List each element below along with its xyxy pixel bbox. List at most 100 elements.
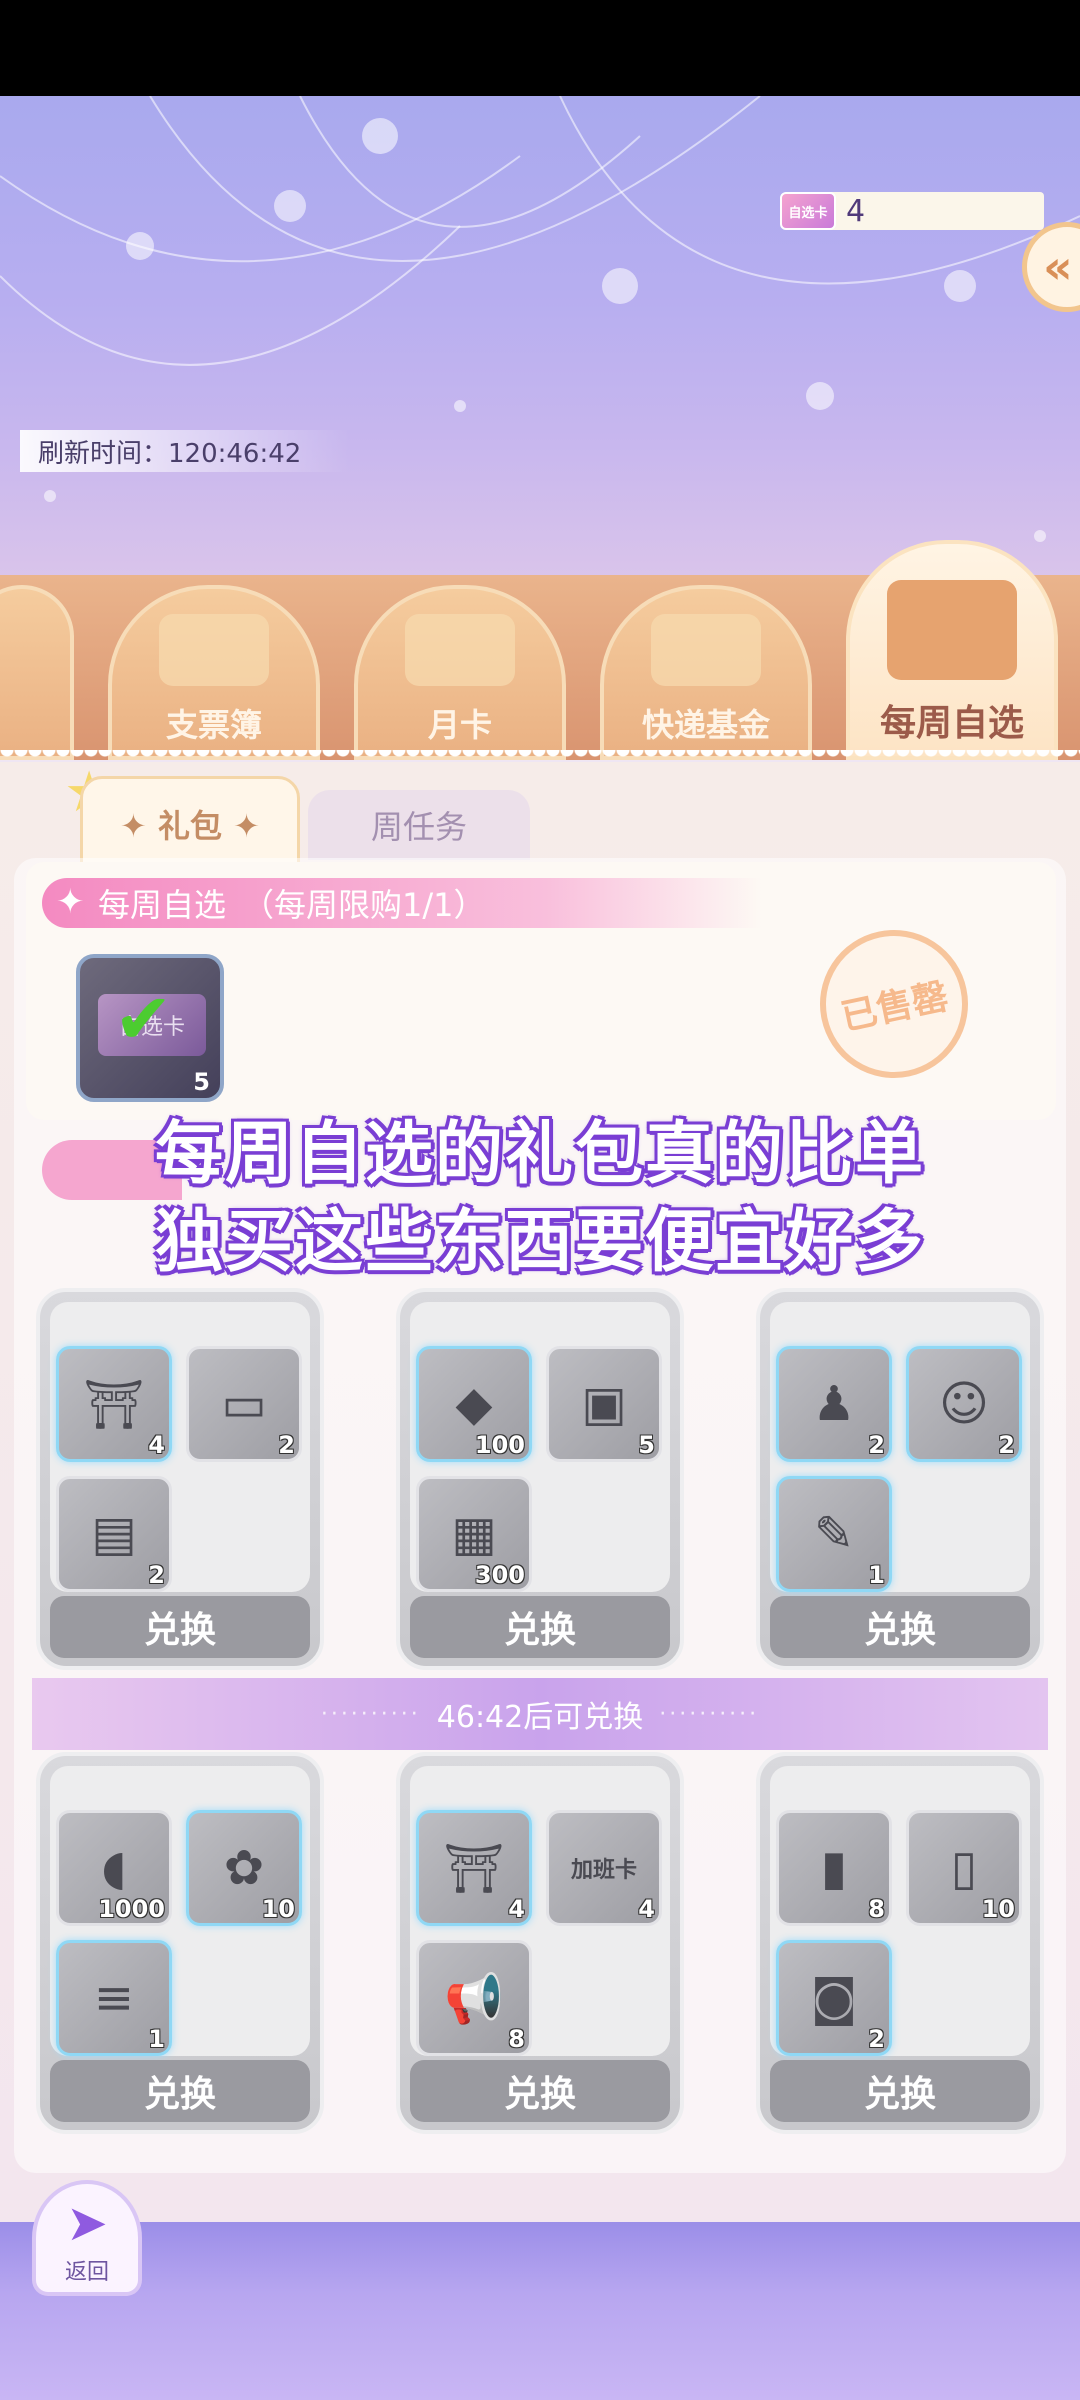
open-box-icon [887, 580, 1017, 680]
caption-line-1: 每周自选的礼包真的比单 [154, 1115, 925, 1194]
item-slot[interactable]: 📢 8 [416, 1940, 532, 2056]
diamond-icon: ◆ [455, 1376, 493, 1432]
weekly-pick-item[interactable]: 自选卡 ✔ 5 [76, 954, 224, 1102]
weekly-pick-banner: ✦ 每周自选 （每周限购1/1） [42, 878, 762, 928]
charm-tag-icon: ⛩ [443, 1840, 505, 1897]
card-icon [405, 614, 515, 686]
tab-label: 月卡 [427, 706, 492, 744]
outfit-card-icon: ▣ [581, 1376, 627, 1432]
tab-monthly-card[interactable]: 月卡 [354, 585, 566, 760]
bundle-card: ◖ 1000 ✿ 10 ≡ 1 兑换 [36, 1752, 324, 2134]
refresh-timer: 刷新时间：120:46:42 [20, 430, 350, 472]
item-count: 2 [868, 2025, 885, 2053]
item-count: 2 [868, 1431, 885, 1459]
bundle-card: ♟ 2 ☺ 2 ✎ 1 兑换 [756, 1288, 1044, 1670]
item-slot[interactable]: ▤ 2 [56, 1476, 172, 1592]
voucher-counter: 自选卡 4 [780, 192, 1044, 230]
suit-icon: ♟ [812, 1376, 856, 1432]
dotted-divider: ·········· [659, 1701, 760, 1727]
item-count: 2 [998, 1431, 1015, 1459]
document-icon: ▤ [91, 1506, 137, 1562]
bundle-card: ◆ 100 ▣ 5 ▦ 300 兑换 [396, 1288, 684, 1670]
item-slot[interactable]: ▮ 8 [776, 1810, 892, 1926]
back-label: 返回 [64, 2260, 109, 2285]
item-slot[interactable]: ✎ 1 [776, 1476, 892, 1592]
item-count: 2 [278, 1431, 295, 1459]
scallop-divider [0, 750, 1080, 764]
item-count: 4 [508, 1895, 525, 1923]
item-slot[interactable]: ⛩ 4 [416, 1810, 532, 1926]
charm-tag-icon: ⛩ [83, 1376, 145, 1433]
tab-checkbook[interactable]: 支票簿 [108, 585, 320, 760]
item-slot[interactable]: ≡ 1 [56, 1940, 172, 2056]
item-count: 10 [261, 1895, 295, 1923]
redeem-cooldown-bar: ·········· 46:42后可兑换 ·········· [32, 1678, 1048, 1750]
paw-tag-icon: ✿ [223, 1840, 265, 1896]
bundle-card: ⛩ 4 ▭ 2 ▤ 2 兑换 [36, 1288, 324, 1670]
item-slot[interactable]: ◆ 100 [416, 1346, 532, 1462]
bone-icon: ◖ [101, 1840, 127, 1896]
item-count: 8 [868, 1895, 885, 1923]
item-count: 5 [638, 1431, 655, 1459]
lipstick-icon: ▮ [820, 1840, 848, 1896]
item-slot[interactable]: ▦ 300 [416, 1476, 532, 1592]
redeem-button[interactable]: 兑换 [770, 1596, 1030, 1658]
caption-line-2: 独买这些东西要便宜好多 [154, 1203, 925, 1282]
sparkle-icon: ✦ [56, 882, 85, 922]
cream-tube-icon: ▯ [950, 1840, 978, 1896]
item-count: 4 [148, 1431, 165, 1459]
double-chevron-left-icon: « [1043, 240, 1073, 294]
item-slot[interactable]: ▯ 10 [906, 1810, 1022, 1926]
lotion-bottle-icon: ◙ [810, 1970, 858, 2026]
item-count: 5 [193, 1068, 210, 1096]
license-card-icon: ▭ [221, 1376, 267, 1432]
voucher-count: 4 [846, 193, 866, 229]
item-count: 10 [981, 1895, 1015, 1923]
redeem-button[interactable]: 兑换 [410, 2060, 670, 2122]
item-slot[interactable]: ◙ 2 [776, 1940, 892, 2056]
tab-express-fund[interactable]: 快递基金 [600, 585, 812, 760]
gift-box-icon [651, 614, 761, 686]
item-count: 4 [638, 1895, 655, 1923]
voucher-card-icon: 自选卡 [780, 192, 836, 230]
bundle-card: ⛩ 4 加班卡 4 📢 8 兑换 [396, 1752, 684, 2134]
item-slot[interactable]: ✿ 10 [186, 1810, 302, 1926]
tab-label: 快递基金 [641, 706, 770, 744]
shop-tab-partial[interactable] [0, 585, 74, 760]
redeem-button[interactable]: 兑换 [770, 2060, 1030, 2122]
redeem-button[interactable]: 兑换 [50, 2060, 310, 2122]
item-count: 1000 [98, 1895, 165, 1923]
redeem-button[interactable]: 兑换 [410, 1596, 670, 1658]
item-count: 2 [148, 1561, 165, 1589]
checkmark-icon: ✔ [114, 978, 173, 1060]
item-slot[interactable]: ▣ 5 [546, 1346, 662, 1462]
item-count: 8 [508, 2025, 525, 2053]
tab-label: 支票簿 [165, 706, 262, 744]
item-count: 300 [474, 1561, 525, 1589]
notebook-icon: ✎ [813, 1506, 855, 1562]
cooldown-text: 46:42后可兑换 [436, 1700, 644, 1735]
redeem-button[interactable]: 兑换 [50, 1596, 310, 1658]
back-arrow-icon: ➤ [66, 2194, 108, 2252]
bundle-card: ▮ 8 ▯ 10 ◙ 2 兑换 [756, 1752, 1044, 2134]
item-count: 1 [148, 2025, 165, 2053]
back-button[interactable]: ➤ 返回 [32, 2180, 142, 2296]
item-count: 1 [868, 1561, 885, 1589]
item-slot[interactable]: ▭ 2 [186, 1346, 302, 1462]
tab-weekly-task[interactable]: 周任务 [308, 790, 530, 860]
dotted-divider: ·········· [320, 1701, 421, 1727]
tab-weekly-pick[interactable]: 每周自选 [846, 540, 1058, 760]
comb-icon: ≡ [93, 1970, 135, 2026]
item-slot[interactable]: ⛩ 4 [56, 1346, 172, 1462]
item-slot[interactable]: 加班卡 4 [546, 1810, 662, 1926]
sky-background [0, 96, 1080, 596]
status-bar [0, 0, 1080, 96]
box-icon: ▦ [451, 1506, 497, 1562]
bottom-bar [0, 2222, 1080, 2400]
megaphone-ticket-icon: 📢 [444, 1970, 504, 2027]
item-slot[interactable]: ◖ 1000 [56, 1810, 172, 1926]
item-slot[interactable]: ♟ 2 [776, 1346, 892, 1462]
checkbook-icon [159, 614, 269, 686]
item-slot[interactable]: ☺ 2 [906, 1346, 1022, 1462]
id-card-icon: ☺ [938, 1376, 990, 1432]
